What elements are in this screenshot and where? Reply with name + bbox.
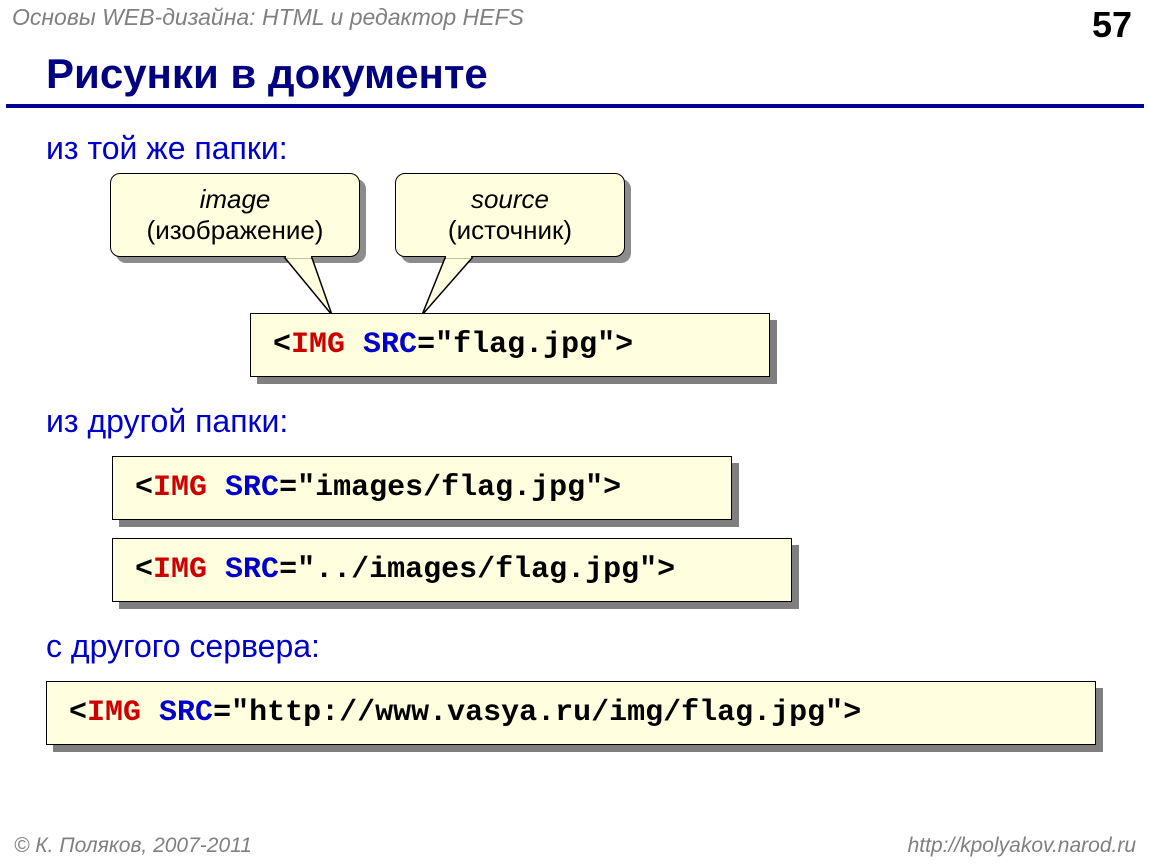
- callouts-row: image (изображение) source (источник): [110, 173, 1150, 313]
- code-other-server: <IMG SRC="http://www.vasya.ru/img/flag.j…: [46, 681, 1096, 745]
- code-other-folder-2: <IMG SRC="../images/flag.jpg">: [112, 538, 792, 602]
- callout-image: image (изображение): [110, 173, 360, 257]
- code-gt: >: [657, 553, 675, 587]
- code-attr: SRC: [363, 328, 417, 362]
- page-number: 57: [1092, 4, 1132, 46]
- slide-title: Рисунки в документе: [6, 46, 1144, 108]
- footer-copyright: © К. Поляков, 2007-2011: [14, 834, 252, 858]
- code-path4: "http://www.vasya.ru/img/flag.jpg": [231, 696, 843, 730]
- code-lt: <: [135, 471, 153, 505]
- code-lt: <: [273, 328, 291, 362]
- footer-url: http://kpolyakov.narod.ru: [908, 834, 1136, 858]
- code-eq: =: [279, 471, 297, 505]
- code-eq: =: [279, 553, 297, 587]
- section-other-folder-label: из другой папки:: [0, 403, 1150, 440]
- code-path3: "../images/flag.jpg": [297, 553, 657, 587]
- code-lt: <: [135, 553, 153, 587]
- code-path1: "flag.jpg": [435, 328, 615, 362]
- code-tag: IMG: [153, 471, 207, 505]
- code-attr: SRC: [159, 696, 213, 730]
- code-gt: >: [603, 471, 621, 505]
- footer: © К. Поляков, 2007-2011 http://kpolyakov…: [0, 834, 1150, 858]
- code-gt: >: [615, 328, 633, 362]
- callout-image-translation: (изображение): [147, 215, 324, 245]
- section-other-server-label: с другого сервера:: [0, 628, 1150, 665]
- code-lt: <: [69, 696, 87, 730]
- course-title: Основы WEB-дизайна: HTML и редактор HEFS: [12, 4, 524, 31]
- callout-source-translation: (источник): [448, 215, 572, 245]
- code-eq: =: [417, 328, 435, 362]
- code-tag: IMG: [87, 696, 141, 730]
- code-attr: SRC: [225, 471, 279, 505]
- callout-image-term: image: [200, 184, 271, 214]
- code-same-folder: <IMG SRC="flag.jpg">: [250, 313, 770, 377]
- code-attr: SRC: [225, 553, 279, 587]
- code-tag: IMG: [291, 328, 345, 362]
- code-other-folder-1: <IMG SRC="images/flag.jpg">: [112, 456, 732, 520]
- code-eq: =: [213, 696, 231, 730]
- callout-source: source (источник): [395, 173, 625, 257]
- code-path2: "images/flag.jpg": [297, 471, 603, 505]
- code-gt: >: [843, 696, 861, 730]
- callout-source-term: source: [471, 184, 549, 214]
- code-tag: IMG: [153, 553, 207, 587]
- section-same-folder-label: из той же папки:: [0, 130, 1150, 167]
